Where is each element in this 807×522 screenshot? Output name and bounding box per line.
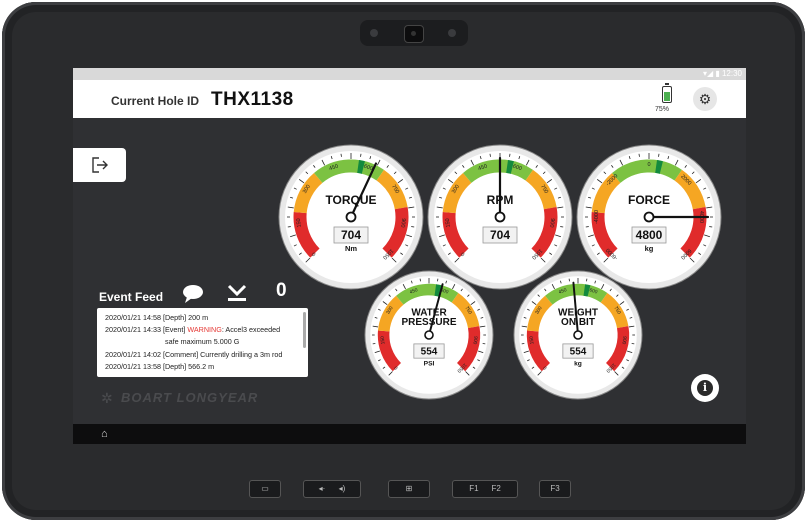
battery-percent: 75% — [655, 106, 670, 113]
gauge-title: TORQUE — [325, 193, 376, 207]
gauge-value: 554 — [421, 347, 438, 358]
screen: ▾◢ ▮ 12:30 Current Hole ID THX1138 75% ⚙… — [73, 68, 746, 444]
logout-icon — [92, 157, 108, 173]
gear-icon: ⚙ — [698, 91, 712, 107]
status-time: 12:30 — [721, 69, 742, 78]
water-pressure-gauge: 0150300450 6007509001050WATERPRESSURE554P… — [364, 270, 494, 400]
gauge-hub — [345, 211, 357, 223]
settings-button[interactable]: ⚙ — [693, 87, 717, 111]
gauge-value: 4800 — [636, 228, 663, 242]
gauge-tick-label: 150 — [380, 336, 387, 345]
hw-button-volume[interactable]: ◂· ◂) — [303, 480, 361, 498]
hw-button-f3[interactable]: F3 — [539, 480, 571, 498]
list-item: 2020/01/21 13:58 [Depth] 566.2 m — [105, 362, 215, 371]
gauge-tick-label: 150 — [529, 336, 536, 345]
info-icon: i — [697, 380, 713, 396]
list-item: safe maximum 5.000 G — [165, 337, 240, 346]
gauge-tick-label: 150 — [296, 218, 303, 228]
warning-label: WARNING — [187, 325, 222, 334]
hw-button-windows[interactable]: ⊞ — [388, 480, 430, 498]
comment-icon[interactable] — [181, 284, 205, 304]
gauge-value: 554 — [570, 347, 587, 358]
logout-button[interactable] — [73, 148, 126, 182]
status-icons: ▾◢ ▮ 12:30 — [702, 69, 742, 78]
event-count: 0 — [276, 280, 287, 301]
gauge-tick-label: 900 — [548, 218, 555, 228]
gauge-tick-label: 900 — [620, 336, 627, 345]
weight-on-bit-gauge: 0150300450 6007509001050WEIGHTON BIT554kg — [513, 270, 643, 400]
force-gauge: -6000-4000-20000200040006000FORCE4800kg — [576, 144, 722, 290]
tablet-icon: ▭ — [261, 484, 269, 493]
f3-label: F3 — [550, 484, 560, 493]
f2-label: F2 — [491, 484, 501, 493]
hole-id-label: Current Hole ID — [111, 94, 200, 108]
gauge-hub — [643, 211, 655, 223]
rpm-gauge: 01503004506007509001050RPM704 — [427, 144, 573, 290]
list-item: 2020/01/21 14:58 [Depth] 200 m — [105, 313, 209, 322]
hole-id-value: THX1138 — [211, 89, 294, 110]
gauge-setpoint — [655, 160, 663, 174]
gauge-unit: Nm — [345, 244, 357, 253]
gauge-unit: kg — [574, 360, 582, 367]
camera-bar — [360, 20, 468, 46]
gauge-hub — [424, 330, 434, 340]
gauge-title: PRESSURE — [401, 317, 456, 328]
event-feed-list[interactable]: 2020/01/21 14:58 [Depth] 200 m 2020/01/2… — [97, 308, 308, 377]
camera-icon — [404, 25, 424, 43]
info-button[interactable]: i — [691, 374, 719, 402]
gauge-hub — [494, 211, 506, 223]
list-item: 2020/01/21 14:33 [Event] WARNING: Accel3… — [105, 325, 280, 334]
gauge-tick-label: -4000 — [594, 210, 600, 224]
gauge-tick-label: 150 — [445, 218, 452, 228]
status-bar: ▾◢ ▮ 12:30 — [73, 68, 746, 80]
event-suffix: : Accel3 exceeded — [221, 325, 281, 334]
windows-icon: ⊞ — [405, 484, 413, 493]
light-sensor-icon — [448, 29, 456, 37]
hw-button-f1-f2[interactable]: F1 F2 — [452, 480, 518, 498]
list-item: 2020/01/21 14:02 [Comment] Currently dri… — [105, 350, 283, 359]
gauge-value: 704 — [490, 228, 510, 242]
gauge-tick-label: 900 — [399, 218, 406, 228]
event-feed-title: Event Feed — [99, 290, 164, 304]
volume-up-icon: ◂) — [338, 484, 346, 493]
brand-logo: BOART LONGYEAR — [121, 390, 259, 405]
nav-bar: ⌂ — [73, 424, 746, 444]
f1-label: F1 — [469, 484, 479, 493]
scrollbar[interactable] — [303, 312, 306, 348]
gauge-tick-label: 900 — [471, 336, 478, 345]
torque-gauge: 0150300450 6007509001050TORQUE704Nm — [278, 144, 424, 290]
hw-button-tablet[interactable]: ▭ — [249, 480, 281, 498]
gauge-unit: kg — [645, 244, 654, 253]
battery-icon — [662, 83, 672, 103]
gauge-hub — [573, 330, 583, 340]
volume-down-icon: ◂· — [318, 484, 326, 493]
event-prefix: 2020/01/21 14:33 [Event] — [105, 325, 188, 334]
gauge-value: 704 — [341, 228, 361, 242]
home-icon[interactable]: ⌂ — [101, 428, 108, 440]
gauge-tick-label: 0 — [647, 162, 650, 168]
app-header: Current Hole ID THX1138 75% ⚙ — [73, 80, 746, 118]
gauge-title: FORCE — [628, 193, 670, 207]
sensor-icon — [370, 29, 378, 37]
download-icon[interactable] — [225, 282, 249, 304]
gauge-unit: PSI — [424, 360, 435, 367]
brand-logo-icon: ✲ — [101, 390, 113, 406]
